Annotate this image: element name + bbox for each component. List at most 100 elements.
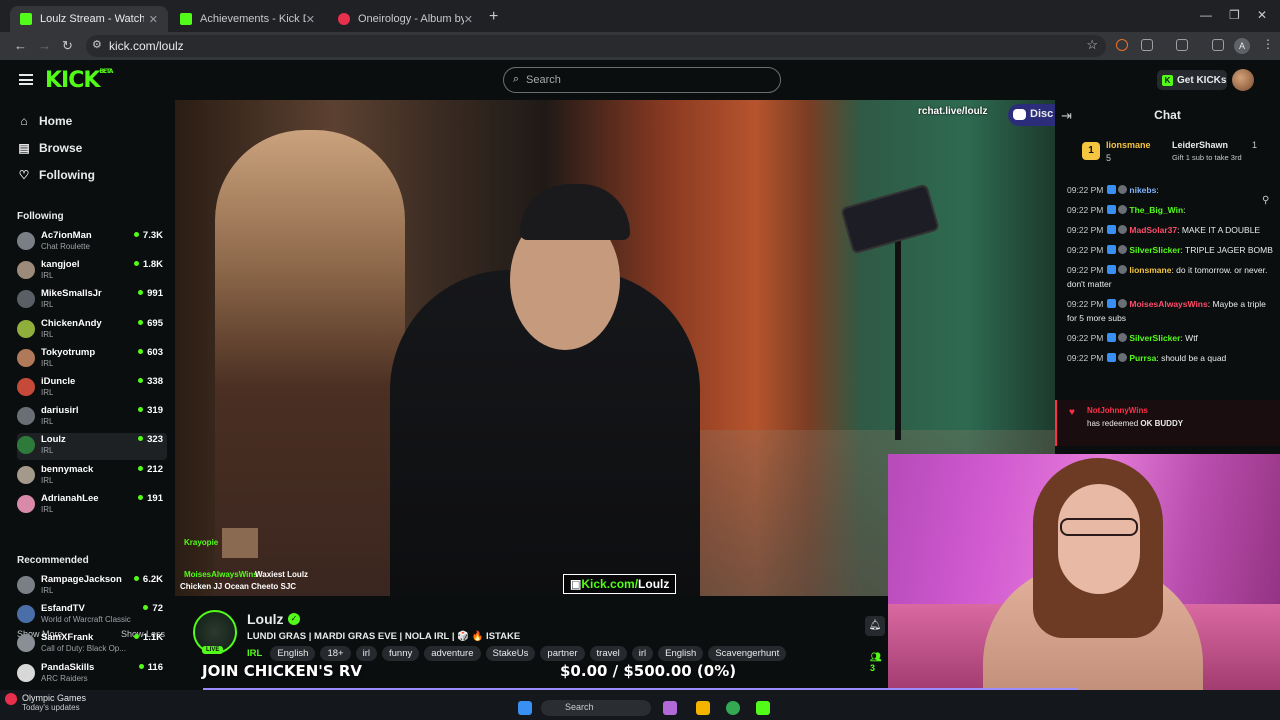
kick-logo[interactable]: KICKBETA: [45, 68, 113, 93]
heart-icon: ♡: [18, 168, 30, 182]
sidebar-channel-rampagejackson[interactable]: RampageJackson IRL 6.2K: [17, 573, 167, 600]
site-info-icon[interactable]: ⚙: [92, 38, 102, 51]
channel-category: IRL: [41, 586, 54, 595]
message-user[interactable]: SilverSlicker: [1129, 245, 1180, 255]
stream-category[interactable]: IRL: [247, 646, 262, 661]
media-control-icon[interactable]: [1176, 39, 1188, 51]
kick-app-icon[interactable]: [756, 701, 770, 715]
sidebar-channel-esfandtv[interactable]: EsfandTV World of Warcraft Classic 72: [17, 602, 167, 629]
sidebar-channel-tokyotrump[interactable]: Tokyotrump IRL 603: [17, 346, 167, 373]
badge-icon: [1107, 333, 1117, 342]
notification-bell-icon[interactable]: 🔔︎: [865, 616, 885, 636]
news-widget[interactable]: Olympic Games Today's updates: [22, 693, 86, 712]
search-input[interactable]: ⌕ Search: [503, 67, 781, 93]
sidebar-channel-dariusirl[interactable]: dariusirl IRL 319: [17, 404, 167, 431]
forward-icon[interactable]: →: [38, 38, 51, 53]
sidebar-channel-chickenandy[interactable]: ChickenAndy IRL 695: [17, 317, 167, 344]
stream-tag[interactable]: travel: [589, 646, 627, 661]
badge-icon: [1107, 205, 1117, 214]
new-tab-button[interactable]: +: [489, 8, 498, 26]
sidebar-channel-adrianahlee[interactable]: AdrianahLee IRL 191: [17, 492, 167, 519]
channel-category: IRL: [41, 417, 54, 427]
channel-avatar: [17, 663, 35, 682]
taskbar-search-placeholder: Search: [565, 702, 594, 712]
stream-tag[interactable]: irl: [355, 646, 377, 661]
tab-achievements[interactable]: Achievements - Kick Dashboard ✕: [170, 6, 325, 32]
message-user[interactable]: MoisesAlwaysWins: [1129, 299, 1207, 309]
message-text: should be a quad: [1161, 353, 1227, 363]
channel-avatar: [17, 407, 35, 426]
stream-tag[interactable]: StakeUs: [485, 646, 536, 661]
message-user[interactable]: MadSolar37: [1129, 225, 1177, 235]
nav-home[interactable]: ⌂ Home: [17, 114, 72, 128]
extensions-puzzle-icon[interactable]: [1141, 39, 1153, 51]
close-tab-icon[interactable]: ✕: [149, 13, 158, 26]
stream-tag[interactable]: funny: [382, 646, 420, 661]
badge-icon: [1107, 185, 1117, 194]
sidebar-channel-kangjoel[interactable]: kangjoel IRL 1.8K: [17, 258, 167, 285]
tab-oneirology[interactable]: Oneirology - Album by Cunninlynguists ✕: [328, 6, 483, 32]
stream-tag[interactable]: English: [658, 646, 704, 661]
sidebar-channel-pandaskills[interactable]: PandaSkills ARC Raiders 116: [17, 661, 167, 688]
profile-avatar[interactable]: A: [1234, 38, 1250, 54]
stream-tag[interactable]: irl: [631, 646, 654, 661]
get-kicks-button[interactable]: K Get KICKs: [1157, 70, 1227, 90]
message-user[interactable]: The_Big_Win: [1129, 205, 1183, 215]
close-tab-icon[interactable]: ✕: [464, 13, 473, 26]
tab-loulz-stream[interactable]: Loulz Stream - Watch Live on Kick ✕: [10, 6, 168, 32]
channel-name: iDuncle: [41, 376, 76, 387]
maximize-icon[interactable]: ❐: [1229, 8, 1240, 22]
sidebar-channel-samxfrank[interactable]: SamXFrank Call of Duty: Black Op... 1.1K: [17, 631, 167, 658]
user-avatar[interactable]: [1232, 69, 1254, 91]
message-user[interactable]: SilverSlicker: [1129, 333, 1180, 343]
back-icon[interactable]: ←: [14, 38, 27, 53]
extension-icon[interactable]: [1116, 39, 1128, 51]
channel-category: IRL: [41, 271, 54, 281]
windows-start-icon[interactable]: [518, 701, 532, 715]
file-explorer-icon[interactable]: [696, 701, 710, 715]
browser-menu-icon[interactable]: ⋮: [1262, 37, 1274, 51]
message-time: 09:22 PM: [1067, 245, 1104, 255]
close-tab-icon[interactable]: ✕: [306, 13, 315, 26]
address-bar[interactable]: ⚙ kick.com/loulz ☆: [86, 35, 1106, 57]
channel-name: EsfandTV: [41, 603, 85, 615]
message-user[interactable]: Purrsa: [1129, 353, 1156, 363]
sidebar-channel-mikesmallsjr[interactable]: MikeSmallsJr IRL 991: [17, 287, 167, 314]
badge-icon: [1118, 205, 1128, 214]
channel-category: IRL: [41, 300, 54, 310]
stream-tag[interactable]: partner: [540, 646, 585, 661]
kick-tag-name: Loulz: [638, 577, 670, 591]
sidebar-channel-bennymack[interactable]: bennymack IRL 212: [17, 463, 167, 490]
message-user[interactable]: nikebs: [1129, 185, 1156, 195]
hamburger-menu-icon[interactable]: [19, 74, 33, 85]
music-favicon-icon: [338, 13, 350, 25]
nav-following[interactable]: ♡ Following: [17, 168, 95, 182]
channel-category: ARC Raiders: [41, 673, 88, 683]
channel-avatar: [17, 465, 35, 484]
streamer-name[interactable]: Loulz: [247, 611, 284, 627]
stream-tag[interactable]: English: [270, 646, 316, 661]
message-user[interactable]: lionsmane: [1129, 265, 1171, 275]
nav-browse[interactable]: ▤ Browse: [17, 141, 82, 155]
close-window-icon[interactable]: ✕: [1257, 8, 1267, 22]
sidebar-channel-ac7ionman[interactable]: Ac7ionMan Chat Roulette 7.3K: [17, 229, 167, 256]
channel-category: IRL: [41, 446, 54, 456]
badge-icon: [1118, 245, 1128, 254]
alert-emote-icon: [222, 528, 258, 558]
bookmark-star-icon[interactable]: ☆: [1086, 37, 1098, 53]
stream-tag[interactable]: adventure: [424, 646, 481, 661]
stream-tag[interactable]: Scavengerhunt: [708, 646, 787, 661]
app-icon[interactable]: [663, 701, 677, 715]
channel-avatar: [17, 605, 35, 624]
chrome-icon[interactable]: [726, 701, 740, 715]
minimize-icon[interactable]: —: [1200, 8, 1212, 22]
tab-search-icon[interactable]: [1212, 39, 1224, 51]
sidebar-channel-loulz[interactable]: Loulz IRL 323: [17, 433, 167, 461]
reload-icon[interactable]: ↻: [62, 38, 73, 54]
get-kicks-label: Get KICKs: [1177, 74, 1227, 86]
viewer-count: 👥︎ 3: [870, 652, 888, 673]
nav-label: Home: [39, 114, 73, 128]
sidebar-channel-iduncle[interactable]: iDuncle IRL 338: [17, 375, 167, 402]
stream-tag[interactable]: 18+: [320, 646, 351, 661]
taskbar-search[interactable]: Search: [541, 700, 651, 716]
